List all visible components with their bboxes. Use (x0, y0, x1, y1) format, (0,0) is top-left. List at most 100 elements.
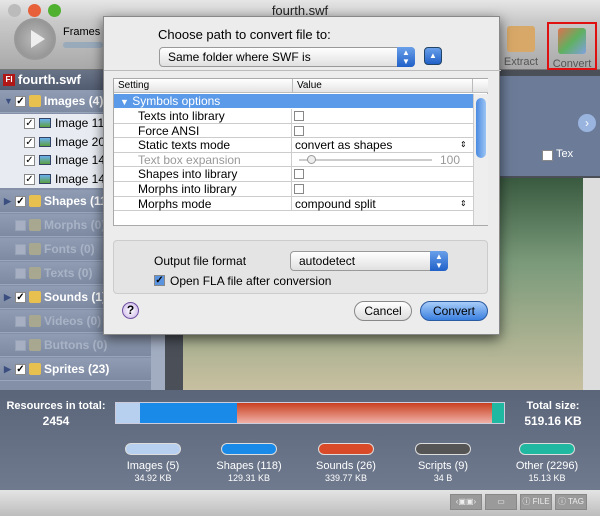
group-checkbox[interactable]: ✓ (15, 196, 26, 207)
slider-toggle[interactable]: ▭ (485, 494, 517, 510)
setting-row[interactable]: Force ANSI (114, 123, 473, 139)
table-scrollbar[interactable] (473, 94, 488, 225)
size-bar-sounds (237, 403, 492, 423)
folder-icon (29, 195, 41, 207)
convert-icon (558, 28, 586, 54)
legend-name: Shapes (118) (216, 460, 282, 472)
collapsed-triangle-icon[interactable]: ▶ (4, 286, 11, 309)
setting-row[interactable]: Morphs into library (114, 182, 473, 197)
legend-size: 339.77 KB (324, 473, 368, 483)
file-info-button[interactable]: ⓘ FILE (520, 494, 552, 510)
setting-row[interactable]: Shapes into library (114, 167, 473, 182)
legend-swatch (318, 443, 374, 455)
item-checkbox[interactable]: ✓ (24, 118, 35, 129)
play-button[interactable] (14, 18, 56, 60)
collapse-button[interactable]: ▲ (424, 47, 442, 65)
column-value[interactable]: Value (293, 79, 473, 93)
path-select[interactable]: Same folder where SWF is ▲ ▼ (159, 47, 415, 67)
tag-info-button[interactable]: ⓘ TAG (555, 494, 587, 510)
setting-row[interactable]: Text box expansion 100 (114, 152, 473, 168)
row-select[interactable]: compound split (295, 197, 376, 211)
image-icon (39, 136, 51, 147)
size-bar (115, 402, 505, 424)
slider-thumb[interactable] (307, 154, 316, 164)
image-icon (39, 155, 51, 165)
output-group: Output file format autodetect ▲ ▼ ✓ Open F… (113, 240, 488, 294)
item-checkbox[interactable]: ✓ (24, 136, 35, 148)
collapsed-triangle-icon[interactable]: ▶ (4, 190, 11, 213)
cancel-button[interactable]: Cancel (354, 301, 412, 321)
convert-toolbar-button[interactable]: Convert (547, 22, 597, 70)
legend-size: 34.92 KB (134, 473, 172, 483)
item-checkbox[interactable]: ✓ (24, 173, 35, 185)
minimize-button[interactable] (28, 4, 41, 17)
group-checkbox[interactable] (15, 268, 26, 279)
folder-icon (29, 95, 41, 107)
size-bar-other (492, 403, 504, 423)
help-button[interactable]: ? (122, 302, 139, 319)
output-format-label: Output file format (154, 254, 247, 268)
size-bar-images (116, 403, 140, 423)
convert-button[interactable]: Convert (420, 301, 488, 321)
setting-row[interactable]: Texts into library (114, 109, 473, 124)
extract-button[interactable]: Extract (496, 24, 546, 68)
frames-slider[interactable] (63, 42, 103, 48)
row-checkbox[interactable] (294, 125, 304, 136)
convert-dialog: Choose path to convert file to: Same fol… (103, 16, 501, 335)
preview-scrollbar[interactable] (583, 178, 600, 390)
row-checkbox[interactable] (294, 184, 304, 194)
group-checkbox[interactable] (15, 220, 26, 231)
row-slider[interactable] (299, 158, 432, 161)
legend-name: Sounds (26) (316, 460, 376, 472)
row-select[interactable]: convert as shapes (295, 138, 392, 152)
folder-icon (29, 339, 41, 351)
row-checkbox[interactable] (294, 111, 304, 121)
thumb-checkbox[interactable] (542, 150, 553, 161)
legend-name: Images (5) (126, 460, 180, 472)
path-label: Choose path to convert file to: (158, 27, 331, 42)
select-arrows-icon: ⇕ (460, 198, 467, 208)
open-fla-checkbox[interactable]: ✓ (154, 275, 165, 286)
select-arrows-icon: ▲ ▼ (430, 251, 448, 271)
disclosure-triangle-icon: ▼ (120, 97, 129, 107)
group-checkbox[interactable] (15, 340, 26, 351)
frames-label: Frames (63, 26, 101, 38)
folder-icon (29, 315, 41, 327)
group-checkbox[interactable] (15, 316, 26, 327)
group-checkbox[interactable] (15, 244, 26, 255)
legend-size: 34 B (433, 473, 453, 483)
sidebar-group[interactable]: Buttons (0) (0, 334, 165, 357)
folder-icon (29, 363, 41, 375)
collapsed-triangle-icon[interactable]: ▶ (4, 358, 11, 381)
sidebar-group[interactable]: ▶ ✓ Sprites (23) (0, 358, 165, 381)
close-button[interactable] (8, 4, 21, 17)
legend-swatch (415, 443, 471, 455)
item-checkbox[interactable]: ✓ (24, 155, 35, 166)
setting-row[interactable]: Static texts mode convert as shapes ⇕ (114, 138, 473, 153)
expanded-triangle-icon[interactable]: ▼ (4, 90, 13, 113)
group-checkbox[interactable]: ✓ (15, 364, 26, 375)
extract-icon (507, 26, 535, 52)
zoom-button[interactable] (48, 4, 61, 17)
group-row-symbols[interactable]: ▼ Symbols options (114, 94, 473, 108)
setting-row[interactable]: Morphs mode compound split ⇕ (114, 196, 473, 212)
size-bar-shapes (140, 403, 237, 423)
next-arrow-icon[interactable]: › (578, 114, 596, 132)
row-checkbox[interactable] (294, 169, 304, 180)
output-format-select[interactable]: autodetect ▲ ▼ (290, 251, 448, 271)
select-arrows-icon: ▲ ▼ (397, 47, 415, 67)
settings-table: Setting Value ▼ Symbols options Texts in… (113, 78, 488, 226)
flash-file-icon: Fl (3, 74, 15, 86)
legend-swatch (519, 443, 575, 455)
folder-icon (29, 291, 41, 303)
legend-swatch (221, 443, 277, 455)
select-arrows-icon: ⇕ (460, 140, 467, 150)
thumbnail-strip: › Tex (500, 76, 600, 176)
column-setting[interactable]: Setting (114, 79, 293, 93)
legend-swatch (125, 443, 181, 455)
view-toggle[interactable]: ‹▣▣› (450, 494, 482, 510)
group-checkbox[interactable]: ✓ (15, 96, 26, 107)
folder-icon (29, 243, 41, 255)
divider (104, 70, 501, 71)
group-checkbox[interactable]: ✓ (15, 292, 26, 303)
